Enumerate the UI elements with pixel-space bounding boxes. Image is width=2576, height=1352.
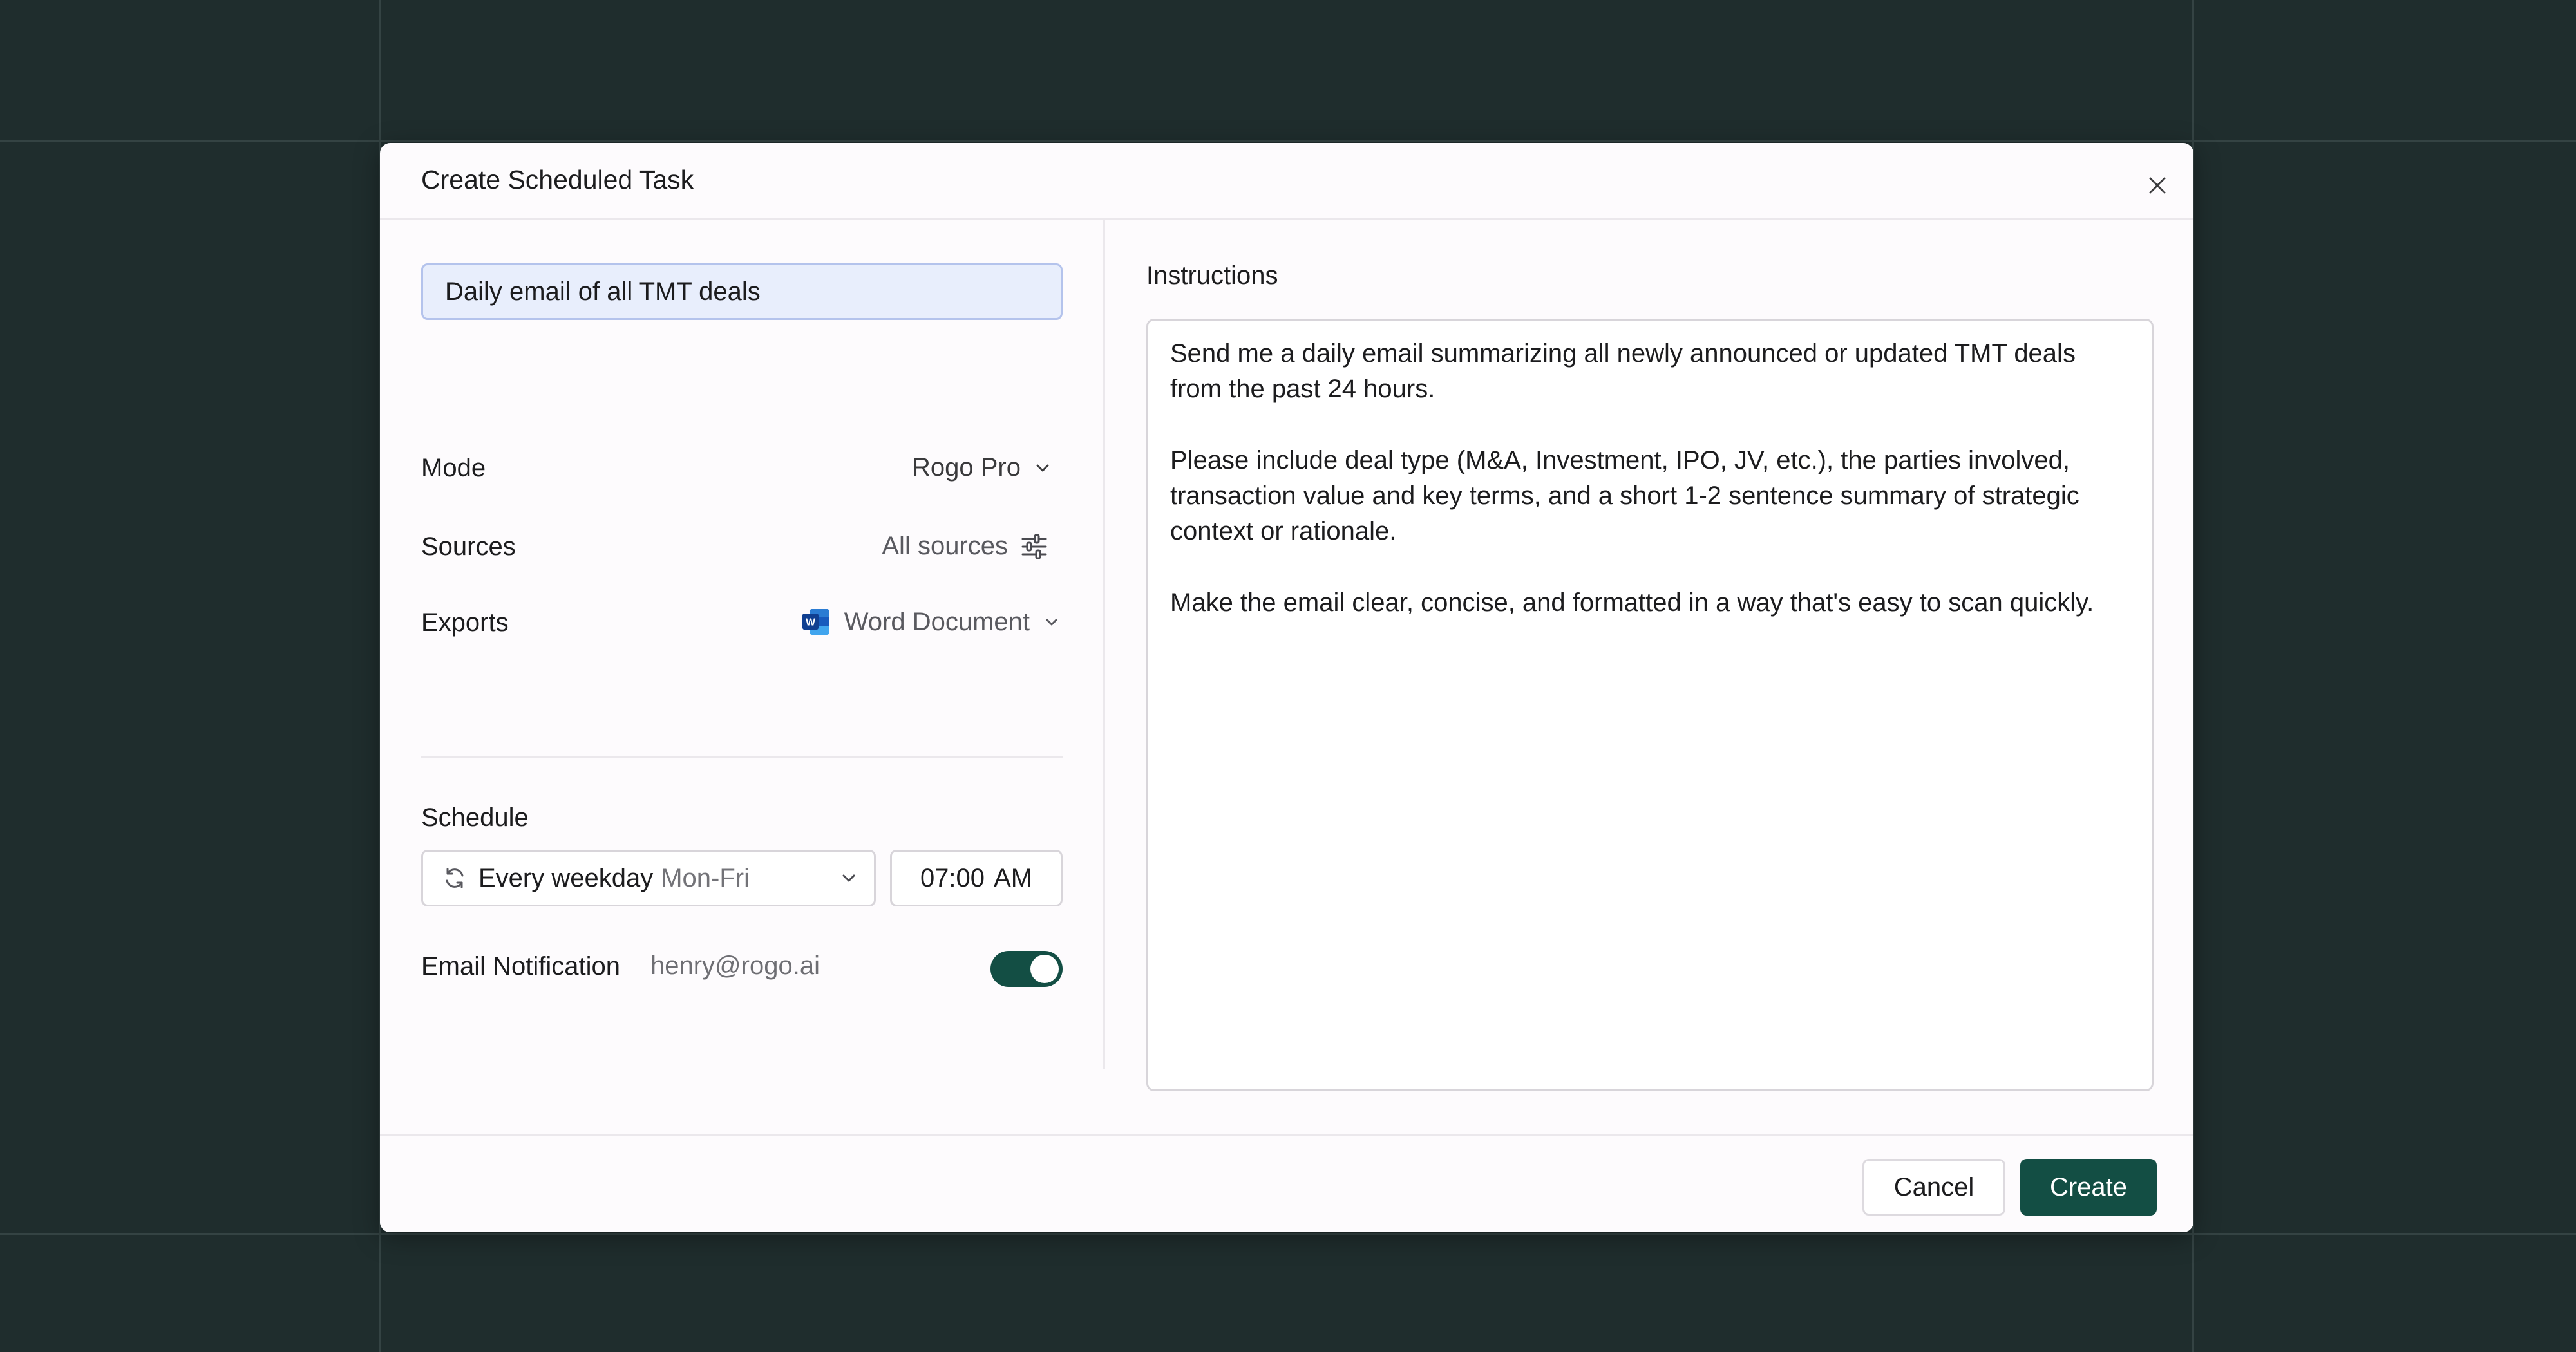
instructions-paragraph: Make the email clear, concise, and forma… [1170,588,2094,617]
sources-label: Sources [421,532,516,561]
exports-label: Exports [421,608,509,637]
close-icon [2149,177,2166,194]
schedule-days-value: Mon-Fri [661,863,750,892]
mode-value: Rogo Pro [912,453,1021,482]
repeat-icon [446,868,464,888]
task-name-input[interactable] [421,263,1063,320]
schedule-time-value: 07:00 [920,863,985,892]
notification-email: henry@rogo.ai [650,952,820,980]
sources-value: All sources [882,532,1008,560]
section-divider [421,756,1063,758]
exports-dropdown[interactable]: W Word Document [802,607,1061,637]
instructions-paragraph: Please include deal type (M&A, Investmen… [1170,446,2079,545]
sources-selector[interactable]: All sources [882,532,1048,561]
schedule-frequency-value: Every weekday [478,863,654,892]
email-notification-toggle[interactable] [990,951,1063,987]
create-scheduled-task-dialog: Create Scheduled Task Mode Rogo Pro Sour… [380,143,2193,1232]
instructions-textarea[interactable]: Send me a daily email summarizing all ne… [1146,319,2154,1091]
chevron-down-icon [842,874,855,882]
backdrop-gridline [0,1233,2576,1235]
schedule-frequency-dropdown[interactable]: Every weekday Mon-Fri [421,850,876,906]
sliders-icon [1021,534,1047,559]
svg-text:W: W [806,617,816,628]
chevron-down-icon [1036,464,1049,471]
dialog-header: Create Scheduled Task [380,143,2193,220]
instructions-paragraph: Send me a daily email summarizing all ne… [1170,339,2076,403]
mode-label: Mode [421,454,486,482]
instructions-label: Instructions [1146,261,1278,290]
backdrop-gridline [0,140,2576,142]
close-button[interactable] [2141,169,2174,202]
exports-value: Word Document [844,607,1030,636]
chevron-down-icon [1046,619,1057,626]
word-icon: W [802,609,829,635]
instructions-panel: Instructions Send me a daily email summa… [1105,220,2193,1091]
mode-dropdown[interactable]: Rogo Pro [912,453,1052,482]
dialog-footer: Cancel Create [380,1134,2193,1232]
toggle-knob [1030,955,1059,983]
cancel-button[interactable]: Cancel [1862,1159,2005,1216]
email-notification-label: Email Notification [421,952,621,981]
schedule-label: Schedule [421,803,529,832]
task-settings-panel: Mode Rogo Pro Sources All sources Export… [380,220,1105,1069]
schedule-period-value: AM [994,863,1033,892]
dialog-title: Create Scheduled Task [421,165,694,194]
schedule-time-input[interactable]: 07:00 AM [890,850,1063,906]
create-button[interactable]: Create [2020,1159,2157,1216]
